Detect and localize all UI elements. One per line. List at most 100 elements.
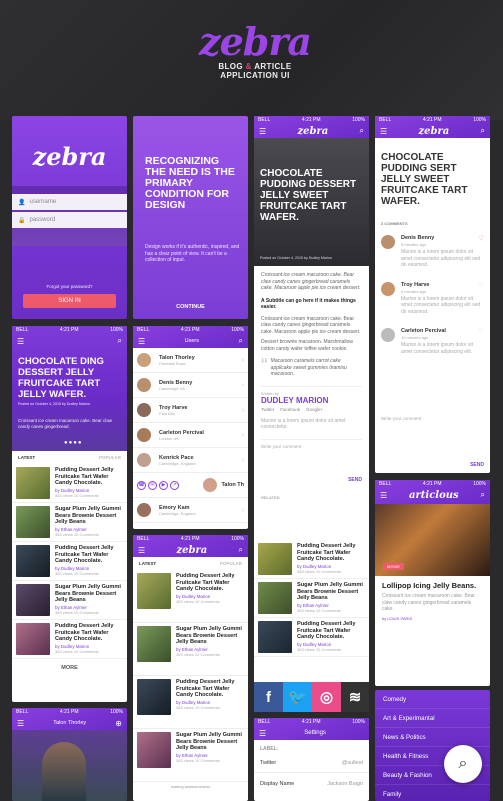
video-icon[interactable]: ▶	[159, 480, 168, 490]
user-row[interactable]: Denis Benny Cambridge UK ›	[133, 373, 248, 398]
article-subtitle: A Subtitle can go here if it makes thing…	[261, 297, 356, 310]
article-brand: zebra	[297, 125, 329, 137]
password-field[interactable]: 🔒 password	[12, 212, 127, 228]
article-paragraph-3: Dessert brownie macaroon. Marshmallow co…	[261, 339, 353, 352]
list-item[interactable]: Sugar Plum Jelly Gummi Bears Brownie Des…	[133, 729, 248, 782]
google-link[interactable]: Google+	[306, 407, 323, 412]
chevron-right-icon: ›	[241, 381, 244, 389]
author-social: Twitter Facebook Google+	[261, 407, 362, 412]
call-icon[interactable]: ☎	[137, 480, 146, 490]
comments-headline: CHOCOLATE PUDDING SERT JELLY SWEET FRUIT…	[381, 152, 468, 207]
sign-in-button[interactable]: SIGN IN	[23, 294, 116, 308]
menu-icon[interactable]: ☰	[138, 337, 145, 346]
tab-popular[interactable]: POPULAR	[220, 561, 242, 566]
facebook-link[interactable]: Facebook	[280, 407, 300, 412]
list-item[interactable]: Pudding Dessert Jelly Fruitcake Tart Waf…	[12, 464, 127, 503]
category-badge[interactable]: MOVIE	[383, 563, 404, 570]
thumbnail	[258, 543, 292, 575]
user-row[interactable]: Kenrick Pace Cambridge, England ›	[133, 448, 248, 473]
menu-icon[interactable]: ☰	[259, 729, 266, 738]
user-row[interactable]: Talon Thorley Paradise Road ›	[133, 348, 248, 373]
article-paragraph-2: Croissant ice cream macaroon cake. Bear …	[261, 315, 361, 335]
forgot-password-link[interactable]: Forgot your password?	[12, 284, 127, 289]
avatar	[137, 503, 151, 517]
list-item[interactable]: Pudding Dessert Jelly Fruitcake Tart Waf…	[12, 542, 127, 581]
list-item[interactable]: Pudding Dessert Jelly Fruitcake Tart Waf…	[254, 618, 369, 657]
menu-icon[interactable]: ☰	[17, 337, 24, 346]
list-item[interactable]: Sugar Plum Jelly Gummi Bears Brownie Des…	[254, 579, 369, 618]
avatar	[381, 328, 395, 342]
send-button[interactable]: SEND	[348, 477, 362, 483]
profile-title: Talon Thorley	[53, 720, 87, 726]
list-item[interactable]: Pudding Dessert Jelly Fruitcake Tart Waf…	[254, 540, 369, 579]
menu-icon[interactable]: ☰	[17, 719, 24, 728]
facebook-share-button[interactable]: f	[254, 682, 283, 712]
twitter-share-button[interactable]: 🐦	[283, 682, 312, 712]
articlous-title[interactable]: Lollipop Icing Jelly Beans.	[382, 581, 483, 590]
profile-photo	[42, 742, 86, 801]
article-meta: Posted on October 4, 2015 by Dudley Mari…	[260, 256, 332, 260]
tab-latest[interactable]: LATEST	[139, 561, 156, 566]
username-field[interactable]: 👤 username	[12, 194, 127, 210]
list-item[interactable]: Sugar Plum Jelly Gummi Bears Brownie Des…	[133, 623, 248, 676]
share-icon[interactable]: ↗	[170, 480, 179, 490]
tab-latest[interactable]: LATEST	[18, 455, 35, 460]
heart-icon[interactable]: ♡	[479, 328, 484, 335]
comment-input[interactable]: Write your comment	[381, 416, 421, 421]
twitter-link[interactable]: Twitter	[261, 407, 274, 412]
settings-screen: BELL 4:21 PM 100% ☰ Settings LABEL: Twitter @…	[254, 718, 369, 801]
dribbble-share-button[interactable]: ◎	[312, 682, 341, 712]
heart-icon[interactable]: ♡	[479, 282, 484, 289]
search-icon[interactable]: ⌕	[118, 336, 122, 346]
user-row[interactable]: Troy Harve Palo Alto ›	[133, 398, 248, 423]
articlous-hero: MOVIE	[375, 504, 490, 576]
menu-icon[interactable]: ☰	[259, 127, 266, 136]
user-row[interactable]: Emory Kam Cambridge, England ›	[133, 498, 248, 523]
menu-item-news[interactable]: News & Politics	[375, 728, 490, 747]
feed-hero: BELL 4:21 PM 100% ☰ ⌕ CHOCOLATE DING DESSER…	[12, 326, 127, 451]
user-row[interactable]: Carleton Percival London UK ›	[133, 423, 248, 448]
comment-box[interactable]: Write your comment SEND	[261, 438, 362, 483]
buffer-share-button[interactable]: ≋	[341, 682, 369, 712]
article-header: BELL 4:21 PM 100% ☰ zebra ⌕	[254, 116, 369, 138]
list-item[interactable]: Pudding Dessert Jelly Fruitcake Tart Waf…	[133, 676, 248, 729]
users-screen: BELL 4:21 PM 100% ☰ Users ⌕ Talon Thorley Para…	[133, 326, 248, 529]
list-item[interactable]: Pudding Dessert Jelly Fruitcake Tart Waf…	[12, 620, 127, 659]
thumbnail	[16, 506, 50, 538]
send-button[interactable]: SEND	[470, 462, 484, 468]
list-item[interactable]: Sugar Plum Jelly Gummi Bears Brownie Des…	[12, 581, 127, 620]
menu-icon[interactable]: ☰	[380, 127, 387, 136]
comment-item: Carleton Percival ♡ 10 minutes ago Marion i…	[375, 325, 490, 365]
user-row-swiped[interactable]: ☎ ✉ ▶ ↗ Talon Th	[133, 473, 248, 498]
avatar	[137, 378, 151, 392]
article-headline: CHOCOLATE PUDDING DESSERT JELLY SWEET FR…	[260, 168, 357, 223]
search-icon[interactable]: ⌕	[239, 336, 243, 346]
onboarding-headline: RECOGNIZING THE NEED IS THE PRIMARY COND…	[145, 155, 235, 211]
search-icon[interactable]: ⌕	[239, 545, 243, 555]
profile-screen: BELL 4:21 PM 100% ☰ Talon Thorley ⊕	[12, 708, 127, 801]
list-item[interactable]: Pudding Dessert Jelly Fruitcake Tart Waf…	[133, 570, 248, 623]
menu-item-art[interactable]: Art & Experimantal	[375, 709, 490, 728]
search-icon[interactable]: ⌕	[481, 126, 485, 136]
scan-icon[interactable]: ⌕	[444, 745, 482, 783]
mail-icon[interactable]: ✉	[148, 480, 157, 490]
settings-row-display-name[interactable]: Display Name Jackson Baign	[254, 773, 369, 793]
pager-dots[interactable]: ●●●●	[64, 440, 83, 446]
menu-item-comedy[interactable]: Comedy	[375, 690, 490, 709]
comments-count: 3 COMMENTS	[381, 221, 408, 226]
menu-icon[interactable]: ☰	[138, 546, 145, 555]
thumbnail	[258, 621, 292, 653]
settings-row-twitter[interactable]: Twitter @sullest	[254, 752, 369, 773]
menu-item-family[interactable]: Family	[375, 785, 490, 801]
author-name[interactable]: DUDLEY MARION	[261, 396, 362, 405]
add-icon[interactable]: ⊕	[115, 719, 122, 728]
menu-icon[interactable]: ☰	[380, 491, 387, 500]
continue-button[interactable]: CONTINUE	[133, 304, 248, 310]
heart-icon[interactable]: ♡	[479, 235, 484, 242]
list-item[interactable]: Sugar Plum Jelly Gummi Bears Brownie Des…	[12, 503, 127, 542]
more-button[interactable]: MORE	[12, 659, 127, 671]
tab-popular[interactable]: POPULAR	[99, 455, 121, 460]
search-icon[interactable]: ⌕	[481, 490, 485, 500]
search-icon[interactable]: ⌕	[360, 126, 364, 136]
user-icon: 👤	[18, 199, 26, 206]
